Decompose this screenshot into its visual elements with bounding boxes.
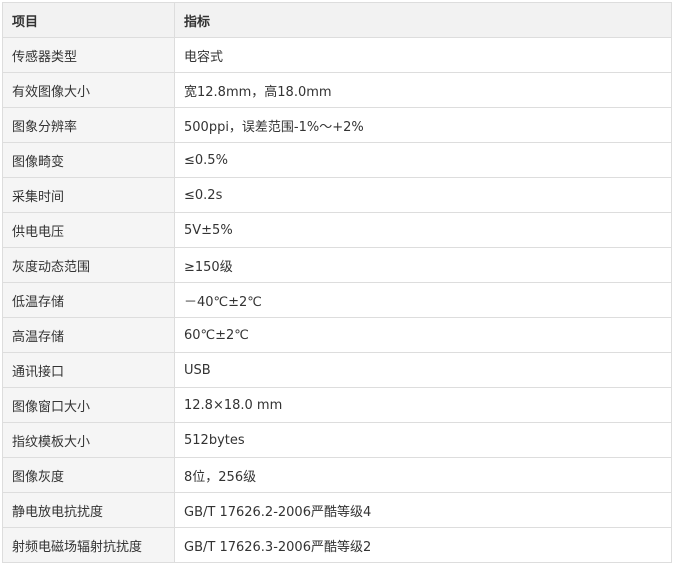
row-label: 低温存储 <box>2 282 175 318</box>
row-value: 60℃±2℃ <box>174 317 672 353</box>
table-row: 射频电磁场辐射抗扰度 GB/T 17626.3-2006严酷等级2 <box>2 527 672 563</box>
header-spec: 指标 <box>174 2 672 38</box>
row-value: 宽12.8mm，高18.0mm <box>174 72 672 108</box>
row-label: 供电电压 <box>2 212 175 248</box>
table-row: 有效图像大小 宽12.8mm，高18.0mm <box>2 72 672 108</box>
table-header-row: 项目 指标 <box>2 2 672 38</box>
header-item: 项目 <box>2 2 175 38</box>
row-label: 射频电磁场辐射抗扰度 <box>2 527 175 563</box>
row-label: 静电放电抗扰度 <box>2 492 175 528</box>
table-row: 采集时间 ≤0.2s <box>2 177 672 213</box>
row-label: 通讯接口 <box>2 352 175 388</box>
row-value: GB/T 17626.3-2006严酷等级2 <box>174 527 672 563</box>
row-value: 电容式 <box>174 37 672 73</box>
spec-table: 项目 指标 传感器类型 电容式 有效图像大小 宽12.8mm，高18.0mm 图象分辨率… <box>2 2 672 563</box>
row-label: 灰度动态范围 <box>2 247 175 283</box>
table-row: 图像畸变 ≤0.5% <box>2 142 672 178</box>
table-row: 图像窗口大小 12.8×18.0 mm <box>2 387 672 423</box>
table-row: 传感器类型 电容式 <box>2 37 672 73</box>
row-value: USB <box>174 352 672 388</box>
row-label: 高温存储 <box>2 317 175 353</box>
row-value: 512bytes <box>174 422 672 458</box>
row-value: ≤0.5% <box>174 142 672 178</box>
row-label: 图像灰度 <box>2 457 175 493</box>
row-value: ≥150级 <box>174 247 672 283</box>
row-value: 500ppi，误差范围-1%～+2% <box>174 107 672 143</box>
row-label: 传感器类型 <box>2 37 175 73</box>
table-row: 图像灰度 8位，256级 <box>2 457 672 493</box>
row-value: ≤0.2s <box>174 177 672 213</box>
row-value: 12.8×18.0 mm <box>174 387 672 423</box>
row-label: 图象分辨率 <box>2 107 175 143</box>
table-row: 低温存储 －40℃±2℃ <box>2 282 672 318</box>
row-value: 5V±5% <box>174 212 672 248</box>
row-label: 有效图像大小 <box>2 72 175 108</box>
table-row: 静电放电抗扰度 GB/T 17626.2-2006严酷等级4 <box>2 492 672 528</box>
table-row: 供电电压 5V±5% <box>2 212 672 248</box>
table-row: 灰度动态范围 ≥150级 <box>2 247 672 283</box>
row-value: 8位，256级 <box>174 457 672 493</box>
table-row: 通讯接口 USB <box>2 352 672 388</box>
row-label: 图像畸变 <box>2 142 175 178</box>
row-label: 图像窗口大小 <box>2 387 175 423</box>
row-value: GB/T 17626.2-2006严酷等级4 <box>174 492 672 528</box>
table-row: 高温存储 60℃±2℃ <box>2 317 672 353</box>
table-row: 图象分辨率 500ppi，误差范围-1%～+2% <box>2 107 672 143</box>
table-row: 指纹模板大小 512bytes <box>2 422 672 458</box>
row-label: 采集时间 <box>2 177 175 213</box>
row-value: －40℃±2℃ <box>174 282 672 318</box>
row-label: 指纹模板大小 <box>2 422 175 458</box>
